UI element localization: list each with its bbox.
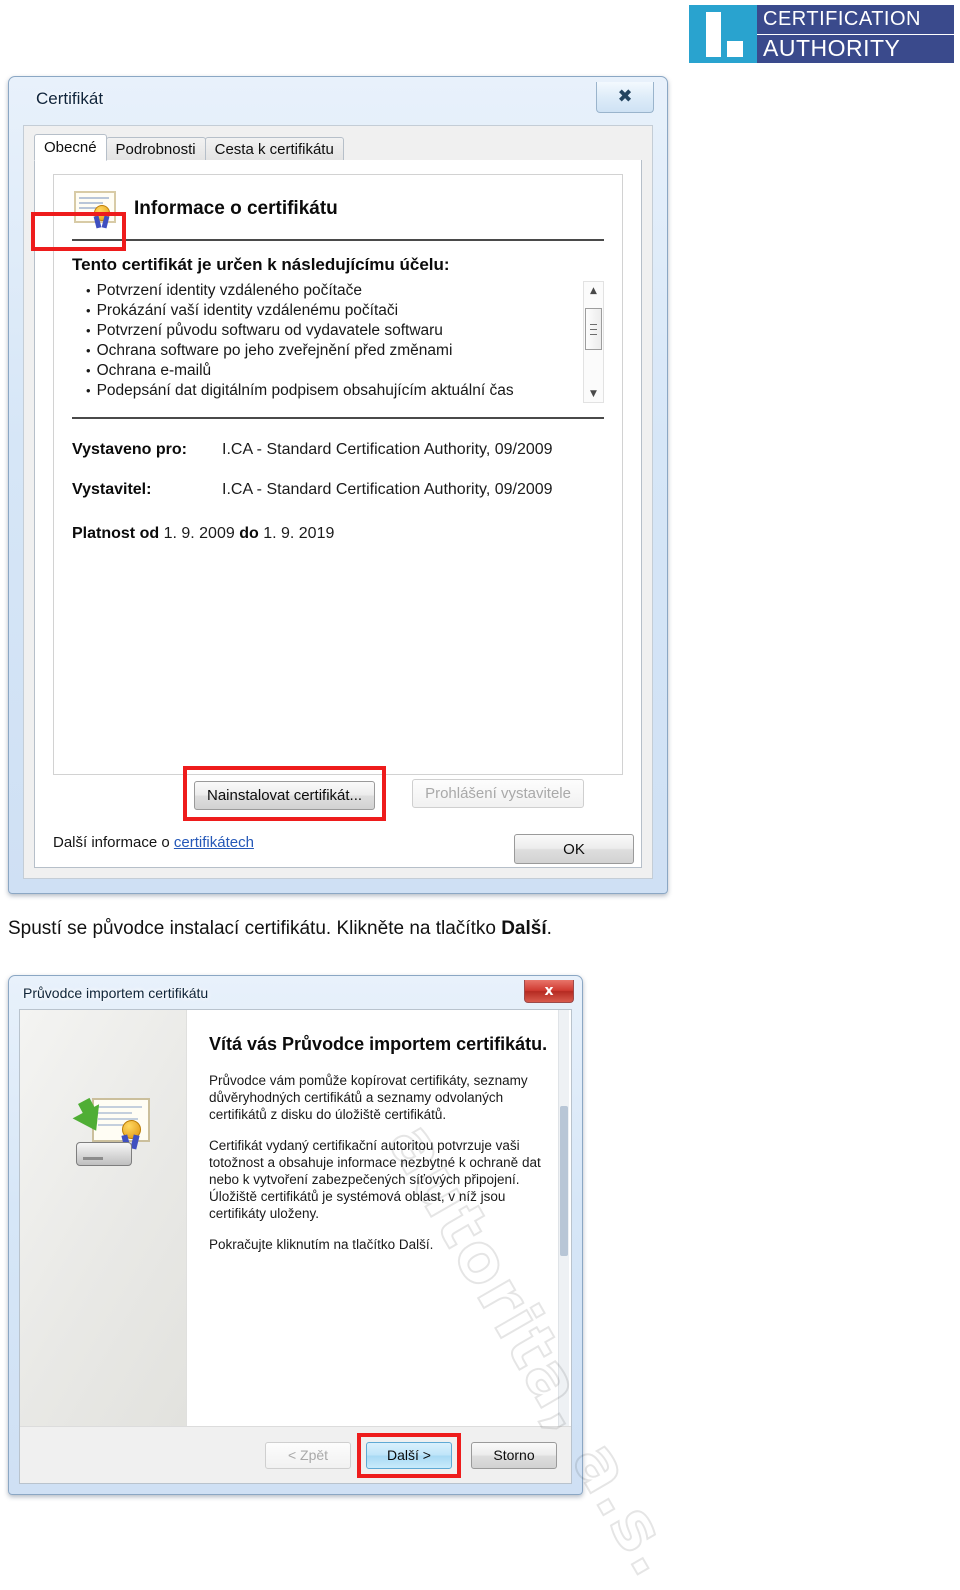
issuer-statement-button[interactable]: Prohlášení vystavitele: [412, 779, 584, 808]
issuer-label: Vystavitel:: [72, 481, 152, 498]
more-info-prefix: Další informace o: [53, 834, 170, 851]
certificate-purpose-heading: Tento certifikát je určen k následujícím…: [72, 255, 450, 274]
issued-to-label: Vystaveno pro:: [72, 441, 187, 458]
list-item: Prokázání vaší identity vzdálenému počít…: [86, 301, 577, 321]
cancel-button[interactable]: Storno: [471, 1441, 557, 1469]
scroll-up-icon[interactable]: ▲: [584, 282, 603, 299]
logo-mark-icon: [689, 5, 757, 63]
wizard-footer: < Zpět Další > Storno: [20, 1427, 571, 1483]
wizard-scrollbar[interactable]: [558, 1010, 569, 1426]
validity-row: Platnost od 1. 9. 2009 do 1. 9. 2019: [72, 525, 604, 543]
wizard-main-panel: Vítá vás Průvodce importem certifikátu. …: [187, 1010, 571, 1426]
ok-button[interactable]: OK: [514, 834, 634, 864]
wizard-paragraph-3: Pokračujte kliknutím na tlačítko Další.: [209, 1237, 434, 1252]
certificate-import-icon: [64, 1096, 152, 1176]
certificate-purpose-list: Potvrzení identity vzdáleného počítače P…: [72, 281, 577, 401]
wizard-body: Vítá vás Průvodce importem certifikátu. …: [19, 1009, 572, 1484]
certificate-info-title: Informace o certifikátu: [134, 198, 338, 219]
issued-to-row: Vystaveno pro: I.CA - Standard Certifica…: [72, 441, 604, 459]
wizard-paragraph-2: Certifikát vydaný certifikační autoritou…: [209, 1138, 541, 1221]
certificate-import-wizard-dialog: Průvodce importem certifikátu x Vítá vás…: [8, 975, 583, 1495]
scrollbar-thumb[interactable]: [560, 1106, 568, 1256]
validity-to-label: do: [239, 525, 259, 542]
issuer-row: Vystavitel: I.CA - Standard Certificatio…: [72, 481, 604, 499]
certificate-info-header: Informace o certifikátu: [72, 189, 604, 241]
close-icon[interactable]: x: [524, 980, 574, 1003]
wizard-side-panel: [20, 1010, 187, 1426]
purpose-list-scrollbar[interactable]: ▲ ▼: [583, 281, 604, 403]
tab-podrobnosti[interactable]: Podrobnosti: [105, 137, 206, 161]
certificate-dialog-titlebar: Certifikát ✖: [14, 81, 662, 117]
certificate-dialog-body: Obecné Podrobnosti Cesta k certifikátu I…: [23, 125, 653, 879]
validity-to: 1. 9. 2019: [263, 525, 335, 542]
more-info-text: Další informace o certifikátech: [53, 834, 254, 851]
certificate-icon: [72, 189, 118, 229]
logo-text: CERTIFICATION AUTHORITY: [757, 5, 954, 63]
tab-obecne[interactable]: Obecné: [34, 134, 107, 161]
certificate-dialog: Certifikát ✖ Obecné Podrobnosti Cesta k …: [8, 76, 668, 894]
certificate-button-row: Nainstalovat certifikát... Prohlášení vy…: [53, 766, 623, 821]
certificate-dialog-title: Certifikát: [36, 89, 104, 108]
certificate-tabstrip: Obecné Podrobnosti Cesta k certifikátu: [34, 134, 642, 162]
back-button[interactable]: < Zpět: [265, 1441, 351, 1469]
install-certificate-highlight: Nainstalovat certifikát...: [183, 766, 387, 821]
wizard-paragraph-1: Průvodce vám pomůže kopírovat certifikát…: [209, 1073, 528, 1122]
certificates-link[interactable]: certifikátech: [174, 834, 254, 851]
ica-logo: CERTIFICATION AUTHORITY: [689, 5, 954, 63]
panel-divider: [72, 417, 604, 419]
logo-line-certification: CERTIFICATION: [757, 5, 954, 35]
wizard-heading: Vítá vás Průvodce importem certifikátu.: [209, 1034, 548, 1054]
instruction-caption: Spustí se původce instalací certifikátu.…: [8, 918, 552, 940]
tab-cesta-k-certifikatu[interactable]: Cesta k certifikátu: [204, 137, 344, 161]
list-item: Podepsání dat digitálním podpisem obsahu…: [86, 381, 577, 401]
wizard-title: Průvodce importem certifikátu: [23, 985, 209, 1001]
validity-from: 1. 9. 2009: [163, 525, 235, 542]
caption-text-bold: Další: [501, 918, 547, 939]
ok-button-row: OK: [514, 834, 634, 864]
certificate-tab-page: Informace o certifikátu Tento certifikát…: [34, 160, 642, 868]
close-icon[interactable]: ✖: [596, 82, 654, 113]
scroll-down-icon[interactable]: ▼: [584, 385, 603, 402]
scrollbar-thumb[interactable]: [585, 308, 602, 350]
wizard-content: Vítá vás Průvodce importem certifikátu. …: [20, 1010, 571, 1427]
logo-line-authority: AUTHORITY: [757, 34, 954, 63]
install-certificate-button[interactable]: Nainstalovat certifikát...: [194, 781, 376, 810]
caption-text-after: .: [546, 918, 552, 939]
certificate-info-panel: Informace o certifikátu Tento certifikát…: [53, 174, 623, 775]
next-button-highlight: Další >: [357, 1432, 461, 1478]
list-item: Potvrzení identity vzdáleného počítače: [86, 281, 577, 301]
certificate-purpose-area: Potvrzení identity vzdáleného počítače P…: [72, 281, 604, 403]
next-button[interactable]: Další >: [366, 1441, 452, 1469]
caption-text-before: Spustí se původce instalací certifikátu.…: [8, 918, 502, 939]
issuer-value: I.CA - Standard Certification Authority,…: [222, 481, 553, 498]
list-item: Ochrana software po jeho zveřejnění před…: [86, 341, 577, 361]
wizard-titlebar: Průvodce importem certifikátu x: [13, 979, 578, 1007]
list-item: Ochrana e-mailů: [86, 361, 577, 381]
issued-to-value: I.CA - Standard Certification Authority,…: [222, 441, 553, 458]
list-item: Potvrzení původu softwaru od vydavatele …: [86, 321, 577, 341]
validity-label: Platnost od: [72, 525, 160, 542]
